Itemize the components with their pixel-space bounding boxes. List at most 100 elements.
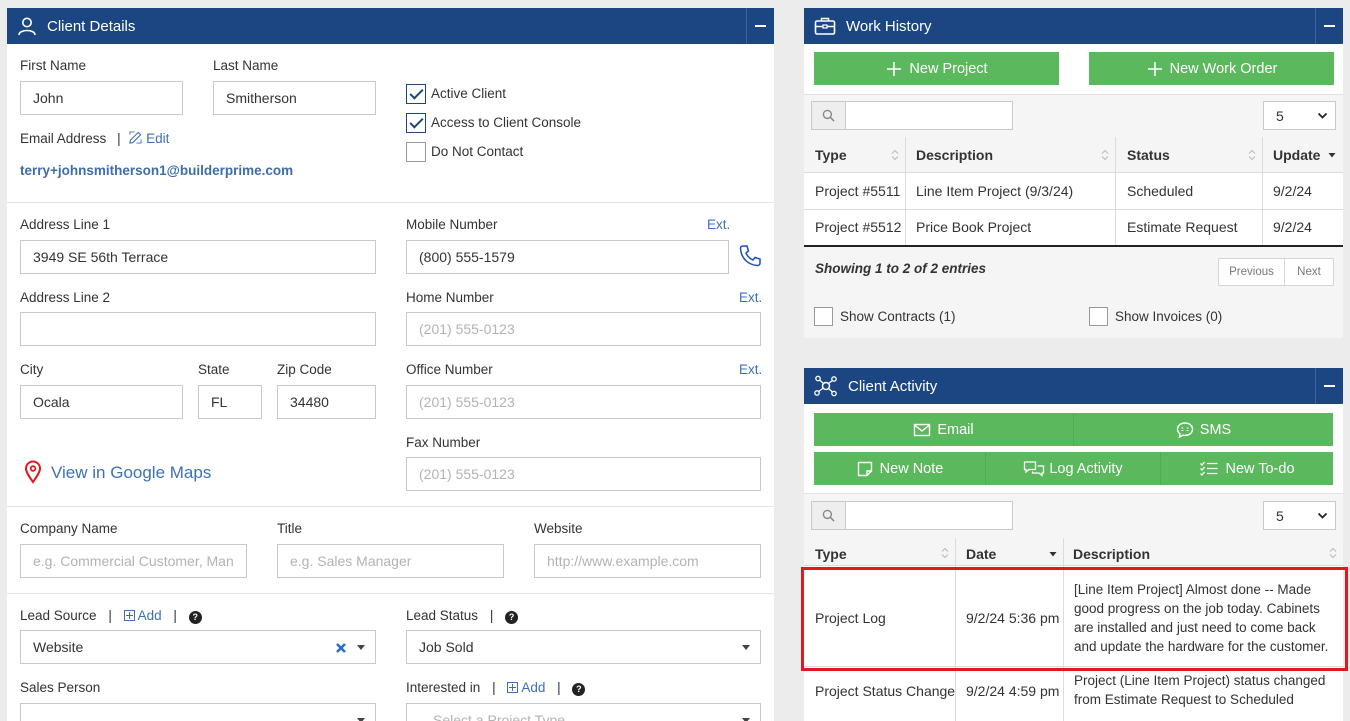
- sort-icon[interactable]: [1248, 148, 1256, 162]
- mobile-input[interactable]: (800) 555-1579: [406, 240, 729, 274]
- sales-person-label: Sales Person: [20, 680, 101, 695]
- sales-person-select[interactable]: [20, 703, 376, 721]
- sort-icon[interactable]: [891, 148, 899, 162]
- log-activity-label: Log Activity: [1049, 460, 1123, 477]
- do-not-contact-label: Do Not Contact: [431, 144, 524, 159]
- lead-source-add-link[interactable]: Add: [123, 608, 162, 623]
- office-ext-link[interactable]: Ext.: [739, 362, 762, 377]
- show-invoices-checkbox[interactable]: [1089, 307, 1108, 326]
- note-icon: [857, 461, 872, 476]
- email-label-text: Email Address: [20, 131, 107, 146]
- col-header-update[interactable]: Update: [1273, 147, 1320, 163]
- sort-icon[interactable]: [1329, 546, 1337, 560]
- help-icon[interactable]: ?: [572, 682, 586, 696]
- client-console-checkbox[interactable]: [406, 113, 426, 133]
- table-cell: Estimate Request: [1127, 219, 1238, 235]
- briefcase-icon: [814, 17, 836, 35]
- email-value-link[interactable]: terry+johnsmitherson1@builderprime.com: [20, 163, 293, 178]
- office-input[interactable]: (201) 555-0123: [406, 385, 761, 419]
- company-label: Company Name: [20, 521, 118, 536]
- website-input[interactable]: http://www.example.com: [534, 544, 761, 578]
- sms-button[interactable]: SMS: [1074, 413, 1333, 446]
- chevron-down-icon: [1317, 512, 1328, 519]
- collapse-button[interactable]: [1315, 368, 1343, 404]
- table-cell: Project (Line Item Project) status chang…: [1074, 673, 1326, 707]
- add-box-icon: [507, 682, 519, 693]
- table-cell[interactable]: Project #5512: [815, 219, 901, 235]
- do-not-contact-checkbox[interactable]: [406, 142, 426, 162]
- last-name-input[interactable]: Smitherson: [213, 81, 376, 115]
- lead-status-select[interactable]: Job Sold: [406, 630, 761, 664]
- interested-in-add-link[interactable]: Add: [507, 680, 545, 695]
- collapse-button[interactable]: [746, 8, 774, 44]
- phone-icon[interactable]: [738, 244, 762, 271]
- mobile-ext-link[interactable]: Ext.: [707, 217, 730, 232]
- work-history-panel: Work History New Project New Work Order …: [804, 8, 1343, 338]
- new-work-order-button[interactable]: New Work Order: [1089, 52, 1334, 85]
- lead-source-label-group: Lead Source | Add | ?: [20, 608, 202, 624]
- col-header-description[interactable]: Description: [916, 147, 993, 163]
- new-project-button[interactable]: New Project: [814, 52, 1059, 85]
- col-header-date[interactable]: Date: [966, 546, 996, 562]
- chat-bubbles-icon: [1024, 460, 1045, 477]
- col-header-status[interactable]: Status: [1127, 147, 1170, 163]
- work-history-page-size-select[interactable]: 5: [1263, 101, 1336, 130]
- client-activity-page-size-select[interactable]: 5: [1263, 501, 1336, 530]
- address2-input[interactable]: [20, 312, 376, 346]
- help-icon[interactable]: ?: [188, 610, 202, 624]
- search-icon: [811, 501, 846, 530]
- new-todo-button[interactable]: New To-do: [1161, 452, 1333, 485]
- first-name-input[interactable]: John: [20, 81, 183, 115]
- next-page-button[interactable]: Next: [1285, 259, 1333, 285]
- previous-page-button[interactable]: Previous: [1219, 259, 1285, 285]
- home-input[interactable]: (201) 555-0123: [406, 312, 761, 346]
- new-note-button[interactable]: New Note: [814, 452, 985, 485]
- address1-label: Address Line 1: [20, 217, 111, 232]
- new-work-order-label: New Work Order: [1169, 60, 1278, 77]
- home-ext-link[interactable]: Ext.: [739, 290, 762, 305]
- interested-in-placeholder: Select a Project Type: [433, 712, 566, 721]
- work-history-search-input[interactable]: [845, 101, 1013, 130]
- collapse-button[interactable]: [1315, 8, 1343, 44]
- search-icon: [811, 101, 846, 130]
- zip-input[interactable]: 34480: [277, 385, 376, 419]
- lead-source-select[interactable]: Website: [20, 630, 376, 664]
- work-history-title: Work History: [846, 17, 932, 35]
- sort-icon[interactable]: [1101, 148, 1109, 162]
- active-client-checkbox[interactable]: [406, 84, 426, 104]
- sort-desc-icon[interactable]: [1328, 148, 1336, 162]
- fax-input[interactable]: (201) 555-0123: [406, 457, 761, 491]
- sort-desc-icon[interactable]: [1049, 547, 1057, 561]
- network-icon: [814, 375, 837, 397]
- help-icon[interactable]: ?: [505, 610, 519, 624]
- col-header-description[interactable]: Description: [1073, 546, 1150, 562]
- client-console-label: Access to Client Console: [431, 115, 582, 130]
- log-activity-button[interactable]: Log Activity: [986, 452, 1160, 485]
- table-cell[interactable]: Project #5511: [815, 183, 900, 199]
- col-header-type[interactable]: Type: [815, 546, 847, 562]
- email-edit-link[interactable]: Edit: [129, 131, 169, 146]
- col-header-type[interactable]: Type: [815, 147, 847, 163]
- person-icon: [18, 17, 36, 36]
- email-button[interactable]: Email: [814, 413, 1073, 446]
- divider: [7, 593, 774, 594]
- lead-status-value: Job Sold: [419, 639, 474, 655]
- client-activity-search-input[interactable]: [845, 501, 1013, 530]
- new-project-label: New Project: [909, 60, 988, 77]
- table-cell: 9/2/24: [1273, 183, 1312, 199]
- show-contracts-checkbox[interactable]: [814, 307, 833, 326]
- table-cell: 9/2/24: [1273, 219, 1312, 235]
- lead-status-label-group: Lead Status | ?: [406, 608, 519, 624]
- city-input[interactable]: Ocala: [20, 385, 183, 419]
- address1-input[interactable]: 3949 SE 56th Terrace: [20, 240, 376, 274]
- job-title-input[interactable]: e.g. Sales Manager: [277, 544, 504, 578]
- company-input[interactable]: e.g. Commercial Customer, Man: [20, 544, 247, 578]
- google-maps-link[interactable]: View in Google Maps: [51, 463, 211, 483]
- sort-icon[interactable]: [941, 546, 949, 560]
- last-name-label: Last Name: [213, 58, 279, 73]
- clear-x-icon[interactable]: [335, 642, 347, 654]
- sms-label: SMS: [1199, 421, 1232, 438]
- state-input[interactable]: FL: [198, 385, 262, 419]
- map-pin-icon[interactable]: [24, 460, 42, 487]
- interested-in-select[interactable]: Select a Project Type: [406, 703, 761, 721]
